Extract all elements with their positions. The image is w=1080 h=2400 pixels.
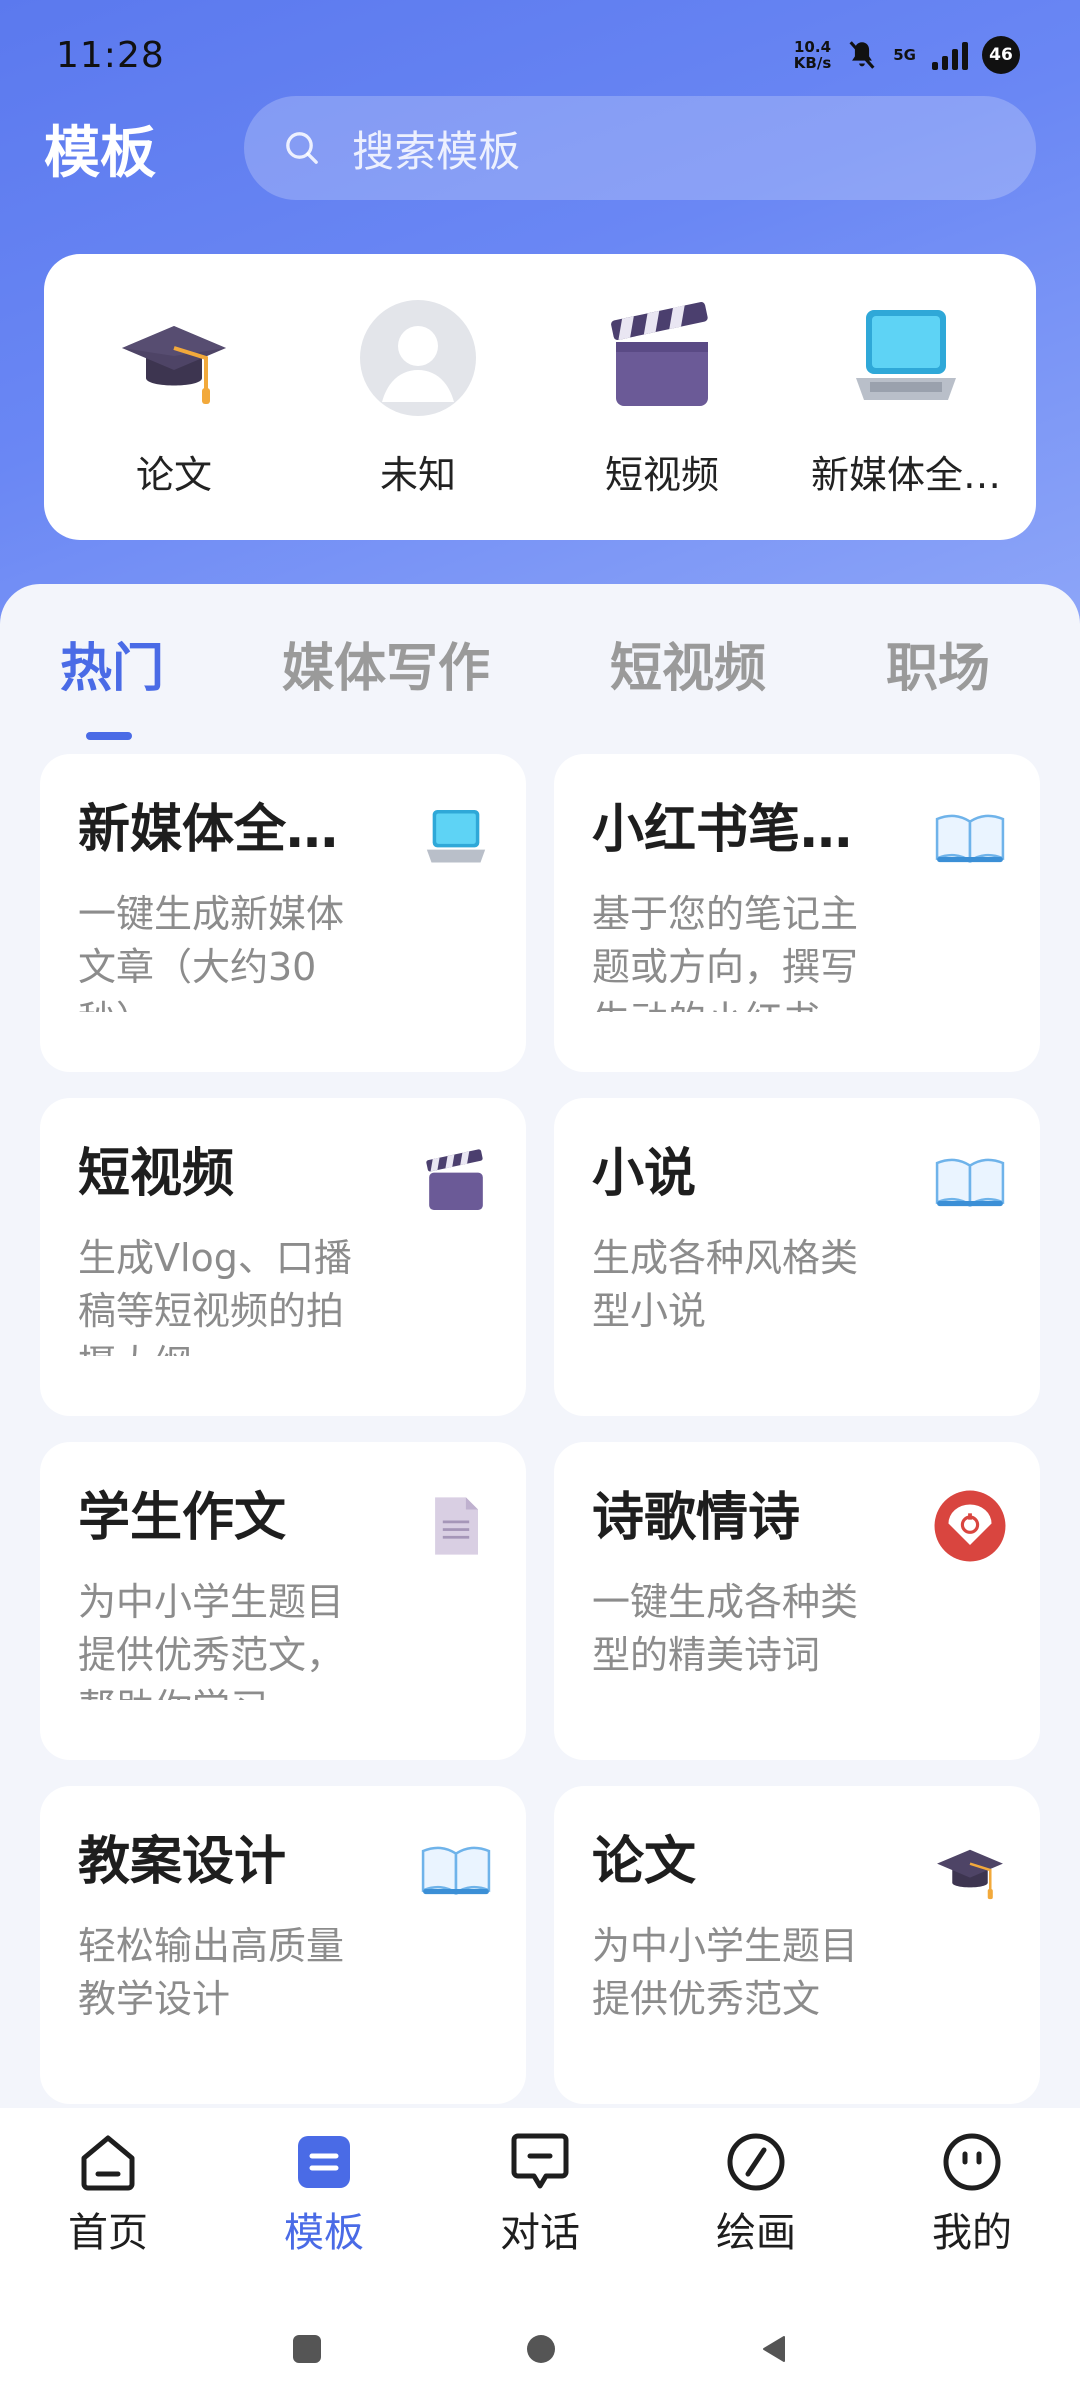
template-card[interactable]: 论文 为中小学生题目提供优秀范文: [554, 1786, 1040, 2104]
template-desc: 一键生成新媒体文章（大约30秒）: [78, 892, 345, 1012]
quick-category-label: 新媒体全…: [810, 453, 1001, 497]
nav-label: 模板: [284, 2210, 364, 2256]
clapperboard-icon: [418, 1144, 494, 1220]
status-time: 11:28: [56, 34, 165, 76]
template-title: 新媒体全…: [78, 800, 339, 860]
nav-label: 绘画: [716, 2210, 796, 2256]
nav-label: 首页: [68, 2210, 148, 2256]
battery-icon: 46: [982, 36, 1020, 74]
avatar-placeholder-icon: [358, 298, 478, 418]
template-title: 短视频: [78, 1144, 235, 1204]
fan-seal-icon: [932, 1488, 1008, 1564]
signal-icon: [932, 40, 968, 70]
template-card[interactable]: 短视频 生成Vlog、口播稿等短视频的拍摄大纲: [40, 1098, 526, 1416]
quick-category-unknown[interactable]: 未知: [300, 254, 536, 540]
tab-short-video[interactable]: 短视频: [610, 626, 766, 701]
template-desc: 为中小学生题目提供优秀范文: [592, 1924, 859, 2021]
template-desc: 一键生成各种类型的精美诗词: [592, 1580, 859, 1677]
tab-hot[interactable]: 热门: [60, 626, 164, 701]
tab-media-writing[interactable]: 媒体写作: [282, 626, 490, 701]
template-desc: 为中小学生题目提供优秀范文，帮助你学习: [78, 1580, 345, 1700]
nav-templates[interactable]: 模板: [216, 2130, 432, 2288]
open-book-icon: [418, 1832, 494, 1908]
quick-category-label: 未知: [379, 453, 456, 497]
template-desc: 基于您的笔记主题或方向，撰写生动的小红书: [592, 892, 859, 1012]
quick-category-label: 论文: [135, 453, 212, 497]
system-navigation-bar: [0, 2288, 1080, 2400]
bell-muted-icon: [849, 41, 875, 69]
nav-label: 我的: [932, 2210, 1012, 2256]
template-title: 诗歌情诗: [592, 1488, 801, 1548]
search-icon: [286, 132, 318, 164]
nav-home[interactable]: 首页: [0, 2130, 216, 2288]
network-type: 5G: [893, 46, 916, 64]
status-icons: 10.4 KB/s 5G 46: [794, 36, 1020, 74]
quick-category-thesis[interactable]: 论文: [56, 254, 292, 540]
template-card[interactable]: 小说 生成各种风格类型小说: [554, 1098, 1040, 1416]
template-card[interactable]: 小红书笔… 基于您的笔记主题或方向，撰写生动的小红书: [554, 754, 1040, 1072]
template-icon: [298, 2136, 350, 2188]
quick-category-label: 短视频: [604, 453, 719, 497]
home-button-icon[interactable]: [524, 2332, 558, 2366]
graduation-cap-icon: [114, 298, 234, 418]
template-list-panel: 热门 媒体写作 短视频 职场 新媒体全… 一键生成新媒体文章（大约30秒） 小红…: [0, 584, 1080, 2114]
nav-label: 对话: [500, 2210, 580, 2256]
tab-active-indicator: [86, 732, 132, 740]
template-card[interactable]: 新媒体全… 一键生成新媒体文章（大约30秒）: [40, 754, 526, 1072]
template-card[interactable]: 教案设计 轻松输出高质量教学设计: [40, 1786, 526, 2104]
clapperboard-icon: [602, 298, 722, 418]
open-book-icon: [932, 800, 1008, 876]
home-icon: [81, 2135, 135, 2191]
back-button-icon[interactable]: [758, 2332, 792, 2366]
net-speed-unit: KB/s: [793, 54, 832, 72]
template-desc: 生成各种风格类型小说: [592, 1236, 859, 1333]
page-title: 模板: [44, 120, 156, 186]
search-placeholder: 搜索模板: [352, 126, 521, 176]
net-speed-value: 10.4: [794, 38, 832, 56]
laptop-icon: [418, 800, 494, 876]
nav-chat[interactable]: 对话: [432, 2130, 648, 2288]
quick-category-short-video[interactable]: 短视频: [544, 254, 780, 540]
document-icon: [418, 1488, 494, 1564]
nav-draw[interactable]: 绘画: [648, 2130, 864, 2288]
nav-profile[interactable]: 我的: [864, 2130, 1080, 2288]
profile-icon: [943, 2133, 1001, 2191]
search-input[interactable]: 搜索模板: [244, 96, 1036, 200]
graduation-cap-icon: [932, 1832, 1008, 1908]
template-title: 论文: [592, 1832, 697, 1892]
template-title: 学生作文: [78, 1488, 287, 1548]
template-desc: 生成Vlog、口播稿等短视频的拍摄大纲: [78, 1236, 352, 1356]
template-title: 小说: [592, 1144, 697, 1204]
status-bar: 11:28 10.4 KB/s 5G 46: [0, 0, 1080, 110]
chat-icon: [511, 2133, 569, 2189]
header: 模板 搜索模板: [44, 96, 1036, 200]
net-speed: 10.4 KB/s: [794, 39, 831, 71]
quick-category-new-media[interactable]: 新媒体全…: [788, 254, 1024, 540]
template-desc: 轻松输出高质量教学设计: [78, 1924, 345, 2021]
category-tabs: 热门 媒体写作 短视频 职场: [0, 626, 1080, 746]
quick-categories: 论文 未知 短视频 新媒体全…: [44, 254, 1036, 540]
tab-workplace[interactable]: 职场: [886, 626, 990, 701]
laptop-icon: [846, 298, 966, 418]
draw-icon: [727, 2133, 785, 2191]
template-title: 小红书笔…: [592, 800, 853, 860]
template-card[interactable]: 诗歌情诗 一键生成各种类型的精美诗词: [554, 1442, 1040, 1760]
open-book-icon: [932, 1144, 1008, 1220]
template-title: 教案设计: [78, 1832, 287, 1892]
recent-apps-icon[interactable]: [290, 2332, 324, 2366]
template-card[interactable]: 学生作文 为中小学生题目提供优秀范文，帮助你学习: [40, 1442, 526, 1760]
bottom-navigation: 首页 模板 对话 绘画 我的: [0, 2108, 1080, 2288]
